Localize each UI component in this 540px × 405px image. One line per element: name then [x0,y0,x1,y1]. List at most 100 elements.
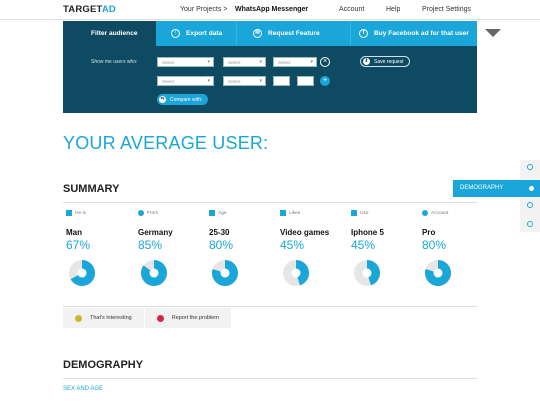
donut-hole [362,268,372,278]
filter-select-1[interactable]: Select [157,57,214,67]
tab-label: Export data [186,30,223,37]
thats-interesting-button[interactable]: That's interesting [63,308,145,328]
donut-hole [220,268,230,278]
close-icon [156,314,164,322]
page-title: YOUR AVERAGE USER: [63,133,269,153]
calendar-icon [209,210,215,216]
card-value: Germany [138,228,173,237]
compare-with-label: Compare with: [170,96,203,103]
side-nav-dot-4[interactable] [527,221,533,227]
tab-label: Request Feature [268,30,320,37]
summary-heading: SUMMARY [63,183,120,195]
facebook-icon: f [359,29,368,38]
filter-select-4[interactable]: Select [157,76,214,86]
save-icon: ⬇ [363,58,370,65]
card-percent: 80% [209,238,234,252]
donut-hole [77,268,87,278]
card-label: Account [431,210,449,216]
card-percent: 67% [66,238,91,252]
check-icon [75,314,82,322]
nav-help[interactable]: Help [386,6,400,13]
tab-label: Buy Facebook ad for that user [374,30,469,37]
phone-icon [351,210,357,216]
card-percent: 45% [280,238,305,252]
sex-and-age-subheading[interactable]: SEX AND AGE [63,386,103,392]
summary-bottom-divider [63,306,477,307]
donut-hole [433,268,443,278]
wifi-icon: ≋ [253,29,262,38]
card-value: 25-30 [209,228,230,237]
card-percent: 80% [422,238,447,252]
top-navigation-bar: TARGETAD Your Projects > WhatsApp Messen… [0,0,540,20]
card-label: Age [218,210,227,216]
tab-buy-facebook-ad[interactable]: f Buy Facebook ad for that user [351,21,477,46]
filter-input-7[interactable] [297,76,314,86]
thats-interesting-label: That's interesting [90,315,132,321]
feedback-bar: That's interesting Report the problem [63,308,231,328]
tab-request-feature[interactable]: ≋ Request Feature [237,21,351,46]
upload-icon: ↑ [171,29,180,38]
logo-accent-text: AD [101,4,116,15]
report-problem-button[interactable]: Report the problem [145,308,231,328]
active-dot-icon [529,186,534,191]
summary-card-device: Use Iphone 5 45% [351,210,421,300]
card-value: Video games [280,228,330,237]
account-plus-icon [422,210,428,216]
card-value: Man [66,228,82,237]
card-donut-chart [425,260,451,286]
tab-export-data[interactable]: ↑ Export data [156,21,237,46]
add-filter-icon[interactable]: + [320,76,330,86]
card-value: Iphone 5 [351,228,384,237]
summary-card-country: From Germany 85% [138,210,208,300]
remove-filter-icon[interactable]: × [320,57,330,67]
show-me-users-label: Show me users who: [91,59,138,65]
collapse-panel-icon[interactable] [485,29,501,37]
card-percent: 85% [138,238,163,252]
nav-project-settings[interactable]: Project Settings [422,6,471,13]
app-logo[interactable]: TARGETAD [63,4,116,15]
card-label: Use [360,210,369,216]
side-nav-dot-3[interactable] [527,202,533,208]
nav-your-projects[interactable]: Your Projects > [180,6,227,13]
nav-account[interactable]: Account [339,6,364,13]
card-donut-chart [283,260,309,286]
card-value: Pro [422,228,436,237]
report-problem-label: Report the problem [171,315,219,321]
tab-label: Filter audience [91,30,138,37]
person-icon [66,210,72,216]
nav-current-project[interactable]: WhatsApp Messenger [235,6,308,13]
card-label: He is [75,210,86,216]
summary-card-account: Account Pro 80% [422,210,492,300]
summary-card-age: Age 25-30 80% [209,210,279,300]
filter-input-6[interactable] [273,76,290,86]
location-pin-icon [138,210,144,216]
demography-nav-badge[interactable]: DEMOGRAPHY [453,180,540,197]
card-donut-chart [141,260,167,286]
demography-badge-label: DEMOGRAPHY [460,185,504,191]
side-nav-dot-1[interactable] [527,164,533,170]
filter-select-2[interactable]: Select [223,57,266,67]
save-request-label: Save request [374,58,404,65]
tab-filter-audience[interactable]: Filter audience [63,21,156,46]
card-label: From [147,210,159,216]
demography-heading: DEMOGRAPHY [63,359,144,371]
card-percent: 45% [351,238,376,252]
card-donut-chart [69,260,95,286]
filter-select-5[interactable]: Select [223,76,266,86]
summary-card-likes: Likes Video games 45% [280,210,350,300]
card-label: Likes [289,210,301,216]
filter-tabs: Filter audience ↑ Export data ≋ Request … [63,21,477,46]
card-donut-chart [354,260,380,286]
summary-card-gender: He is Man 67% [66,210,136,300]
filter-select-3[interactable]: Select [273,57,317,67]
compare-icon: ⇆ [159,96,166,103]
logo-text: TARGET [63,4,102,15]
summary-divider [63,202,477,203]
donut-hole [149,268,159,278]
donut-hole [291,268,301,278]
demography-divider [63,378,477,379]
save-request-button[interactable]: ⬇ Save request [360,56,411,67]
card-donut-chart [212,260,238,286]
filter-panel: Filter audience ↑ Export data ≋ Request … [63,21,477,113]
compare-with-button[interactable]: ⇆ Compare with: [157,94,209,105]
